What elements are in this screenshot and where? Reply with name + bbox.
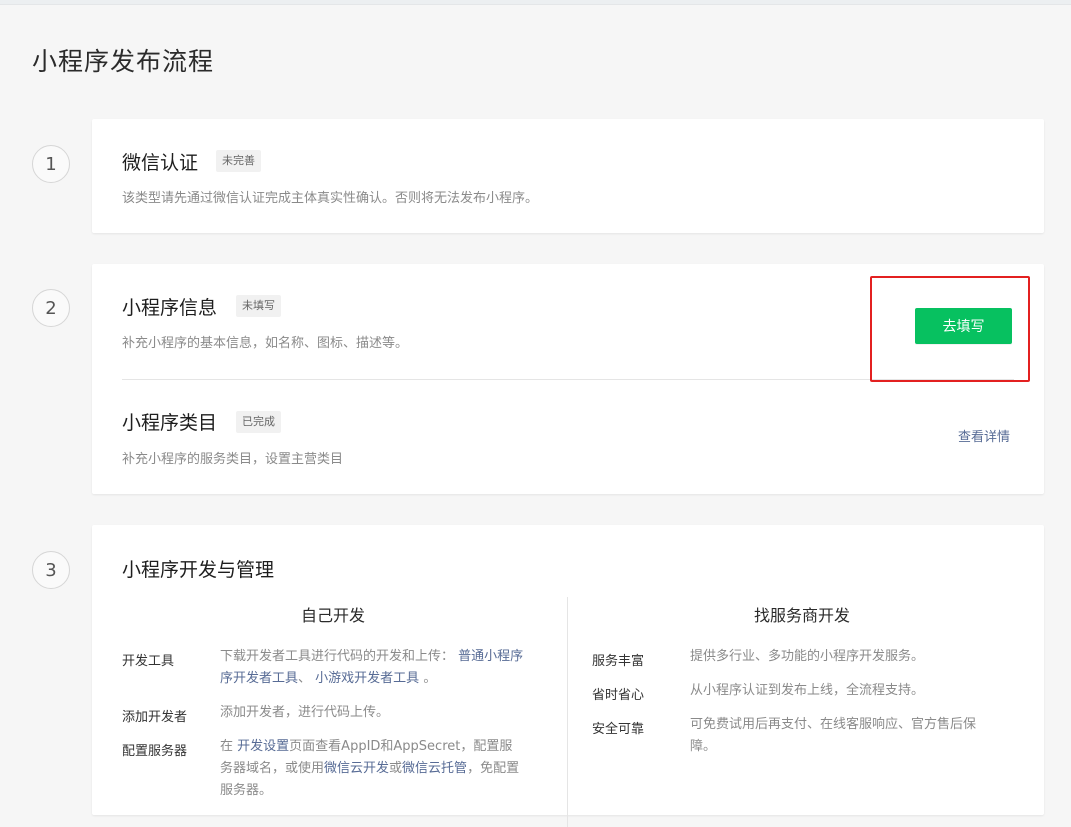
dev-manage-card: 小程序开发与管理 自己开发 找服务商开发 开发工具 下载开发者工具进行代码的开发…	[92, 525, 1044, 827]
add-developer-label: 添加开发者	[122, 710, 188, 725]
status-badge: 未完善	[216, 150, 261, 172]
period: 。	[423, 671, 437, 686]
text-fragment: ，免配置	[467, 761, 520, 776]
wechat-auth-desc: 该类型请先通过微信认证完成主体真实性确认。否则将无法发布小程序。	[122, 191, 539, 206]
self-dev-heading: 自己开发	[301, 606, 366, 625]
text-fragment: 障。	[690, 739, 717, 754]
divider	[122, 379, 1014, 380]
view-details-link[interactable]: 查看详情	[958, 426, 1010, 445]
text-fragment: 页面查看AppID和AppSecret，配置服	[289, 739, 513, 754]
dev-tools-text: 下载开发者工具进行代码的开发和上传： 普通小程序 序开发者工具、 小游戏开发者工…	[220, 646, 550, 690]
wechat-cloud-dev-link[interactable]: 微信云开发	[324, 761, 389, 776]
config-server-label: 配置服务器	[122, 744, 188, 759]
secure-reliable-label: 安全可靠	[592, 722, 645, 737]
mini-category-title: 小程序类目	[122, 412, 218, 434]
rich-services-label: 服务丰富	[592, 654, 645, 669]
page-title: 小程序发布流程	[32, 47, 215, 76]
mini-category-desc: 补充小程序的服务类目，设置主营类目	[122, 452, 344, 467]
dev-tools-label: 开发工具	[122, 654, 175, 669]
step-number-2: 2	[32, 289, 70, 327]
dev-settings-link[interactable]: 开发设置	[237, 739, 289, 754]
wechat-cloud-hosting-link[interactable]: 微信云托管	[402, 761, 467, 776]
top-bar	[0, 0, 1071, 5]
text-fragment: 可免费试用后再支付、在线客服响应、官方售后保	[690, 717, 977, 732]
mini-game-devtools-link[interactable]: 小游戏开发者工具	[315, 671, 419, 686]
normal-mini-program-devtools-link[interactable]: 普通小程序	[458, 649, 523, 664]
text-fragment: 服务器。	[220, 783, 273, 798]
time-saving-text: 从小程序认证到发布上线，全流程支持。	[690, 683, 925, 698]
status-badge: 未填写	[236, 295, 281, 317]
dev-manage-title: 小程序开发与管理	[122, 559, 275, 581]
mini-program-info-card: 小程序信息 未填写 补充小程序的基本信息，如名称、图标、描述等。 去填写 小程序…	[92, 264, 1044, 494]
step-number-1: 1	[32, 145, 70, 183]
config-server-text: 在 开发设置页面查看AppID和AppSecret，配置服 务器域名，或使用微信…	[220, 736, 550, 802]
text-fragment: 或	[389, 761, 403, 776]
status-badge: 已完成	[236, 411, 281, 433]
column-divider	[567, 597, 568, 827]
rich-services-text: 提供多行业、多功能的小程序开发服务。	[690, 649, 925, 664]
mini-info-title: 小程序信息	[122, 297, 218, 319]
text-fragment: 务器域名，或使用	[220, 761, 325, 776]
wechat-auth-card: 微信认证 未完善 该类型请先通过微信认证完成主体真实性确认。否则将无法发布小程序…	[92, 119, 1044, 233]
step-number-3: 3	[32, 551, 70, 589]
dev-tools-text-pre: 下载开发者工具进行代码的开发和上传：	[220, 649, 455, 664]
time-saving-label: 省时省心	[592, 688, 645, 703]
add-developer-text: 添加开发者，进行代码上传。	[220, 705, 390, 720]
fill-in-button[interactable]: 去填写	[915, 308, 1012, 344]
text-fragment: 在	[220, 739, 234, 754]
wechat-auth-title: 微信认证	[122, 152, 199, 174]
separator: 、	[298, 671, 312, 686]
mini-info-desc: 补充小程序的基本信息，如名称、图标、描述等。	[122, 336, 409, 351]
vendor-dev-heading: 找服务商开发	[754, 606, 851, 625]
secure-reliable-text: 可免费试用后再支付、在线客服响应、官方售后保 障。	[690, 714, 1020, 758]
normal-mini-program-devtools-link-cont[interactable]: 序开发者工具	[220, 671, 298, 686]
